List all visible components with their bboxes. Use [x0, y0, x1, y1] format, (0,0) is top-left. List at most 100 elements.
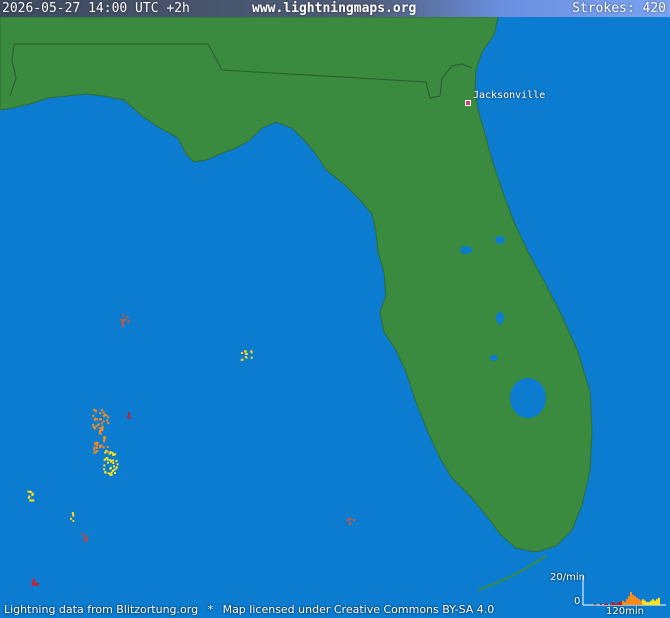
lightning-strike: [70, 517, 72, 520]
lightning-strike: [103, 464, 106, 467]
histogram-bar: [620, 602, 622, 605]
lightning-strike: [127, 416, 129, 419]
lightning-strike: [107, 422, 110, 425]
license-link[interactable]: Map licensed under Creative Commons BY-S…: [223, 603, 495, 616]
histogram-bar: [632, 594, 634, 605]
lightning-strike: [109, 451, 112, 454]
lightning-strike: [126, 316, 129, 319]
lightning-map[interactable]: 2026-05-27 14:00 UTC +2h www.lightningma…: [0, 0, 670, 618]
histogram-bar: [606, 603, 608, 605]
lightning-strike: [93, 451, 96, 454]
lightning-strike: [95, 425, 98, 428]
lightning-strike: [112, 462, 115, 464]
lightning-strike: [103, 438, 106, 441]
histogram-bar: [614, 603, 616, 605]
histogram-bar: [656, 599, 658, 605]
lightning-strike: [32, 578, 35, 581]
histogram-bar: [648, 602, 650, 605]
histogram-bar: [658, 597, 660, 605]
lightning-strike: [110, 466, 112, 469]
lightning-strike: [83, 539, 86, 542]
lightning-strike: [72, 519, 75, 522]
lightning-strike: [102, 420, 105, 423]
lightning-strike: [96, 418, 99, 421]
lightning-strike: [100, 444, 103, 447]
lightning-strike: [99, 412, 102, 414]
lightning-strike: [122, 324, 125, 327]
lightning-strike: [93, 408, 96, 411]
lightning-strike: [97, 423, 100, 426]
lightning-strike: [105, 414, 108, 417]
lightning-strike: [85, 539, 88, 542]
lake: [495, 236, 505, 244]
lightning-strike: [81, 533, 84, 536]
lightning-strike: [115, 460, 118, 462]
lightning-strike: [244, 350, 247, 353]
lightning-strike: [120, 318, 123, 321]
lightning-strike: [102, 446, 105, 449]
lightning-strike: [93, 448, 96, 451]
lightning-strike: [102, 411, 105, 414]
lightning-strike: [30, 499, 33, 502]
lightning-strike: [250, 350, 253, 353]
lightning-strike: [122, 314, 125, 317]
lightning-strike: [27, 490, 30, 493]
histogram-bar: [634, 596, 636, 605]
city-marker-icon: [465, 100, 471, 106]
lightning-strike: [122, 319, 125, 321]
lightning-strike: [92, 414, 95, 417]
histogram-bar: [646, 602, 648, 605]
lightning-strike: [348, 522, 351, 525]
lightning-strike: [112, 459, 115, 462]
lightning-strike: [103, 468, 106, 471]
lightning-strike: [127, 320, 130, 323]
lake: [490, 355, 498, 361]
stroke-count: Strokes: 420: [572, 1, 666, 16]
lightning-strike: [95, 446, 98, 449]
histogram-bar: [624, 602, 626, 605]
lightning-strike: [104, 471, 107, 474]
lightning-strike: [245, 356, 248, 359]
histogram-bars: [582, 576, 666, 606]
lightning-strike: [105, 457, 108, 460]
lightning-strike: [250, 356, 253, 359]
lightning-strike: [104, 451, 107, 454]
lightning-strike: [103, 458, 106, 461]
lightning-strike: [116, 463, 119, 466]
lightning-strike: [100, 409, 103, 412]
lightning-strike: [100, 422, 103, 425]
histogram-bar: [652, 599, 654, 605]
histogram-bar: [628, 596, 630, 605]
lightning-strike: [241, 358, 244, 361]
lightning-strike: [104, 436, 106, 439]
lightning-strike: [114, 472, 116, 474]
lightning-strike: [353, 519, 356, 522]
histogram-bar: [630, 591, 632, 605]
lightning-strike: [106, 445, 109, 448]
data-credit-link[interactable]: Lightning data from Blitzortung.org: [4, 603, 198, 616]
histogram-bar: [640, 600, 642, 605]
lightning-strike: [107, 472, 110, 475]
lightning-strike: [124, 318, 127, 321]
histogram-bar: [604, 603, 606, 605]
lightning-strike: [96, 441, 99, 444]
lightning-strike: [109, 473, 112, 476]
histogram-bar: [642, 599, 644, 605]
lightning-strike: [107, 416, 110, 419]
histogram-bar: [616, 603, 618, 605]
lightning-strike: [99, 427, 102, 430]
lightning-strike: [106, 461, 109, 464]
stroke-histogram: 20/min 0 120min: [548, 572, 668, 618]
separator: *: [207, 603, 214, 616]
header-bar: 2026-05-27 14:00 UTC +2h www.lightningma…: [0, 0, 670, 17]
lightning-strike: [244, 352, 247, 355]
histogram-bar: [650, 600, 652, 605]
lightning-strike: [92, 426, 95, 429]
lake: [496, 312, 504, 324]
lightning-strike: [99, 429, 101, 432]
histogram-bar: [626, 599, 628, 605]
site-url[interactable]: www.lightningmaps.org: [252, 0, 416, 17]
lightning-strike: [95, 444, 98, 447]
lightning-strike: [101, 428, 104, 431]
histogram-bar: [600, 603, 602, 605]
